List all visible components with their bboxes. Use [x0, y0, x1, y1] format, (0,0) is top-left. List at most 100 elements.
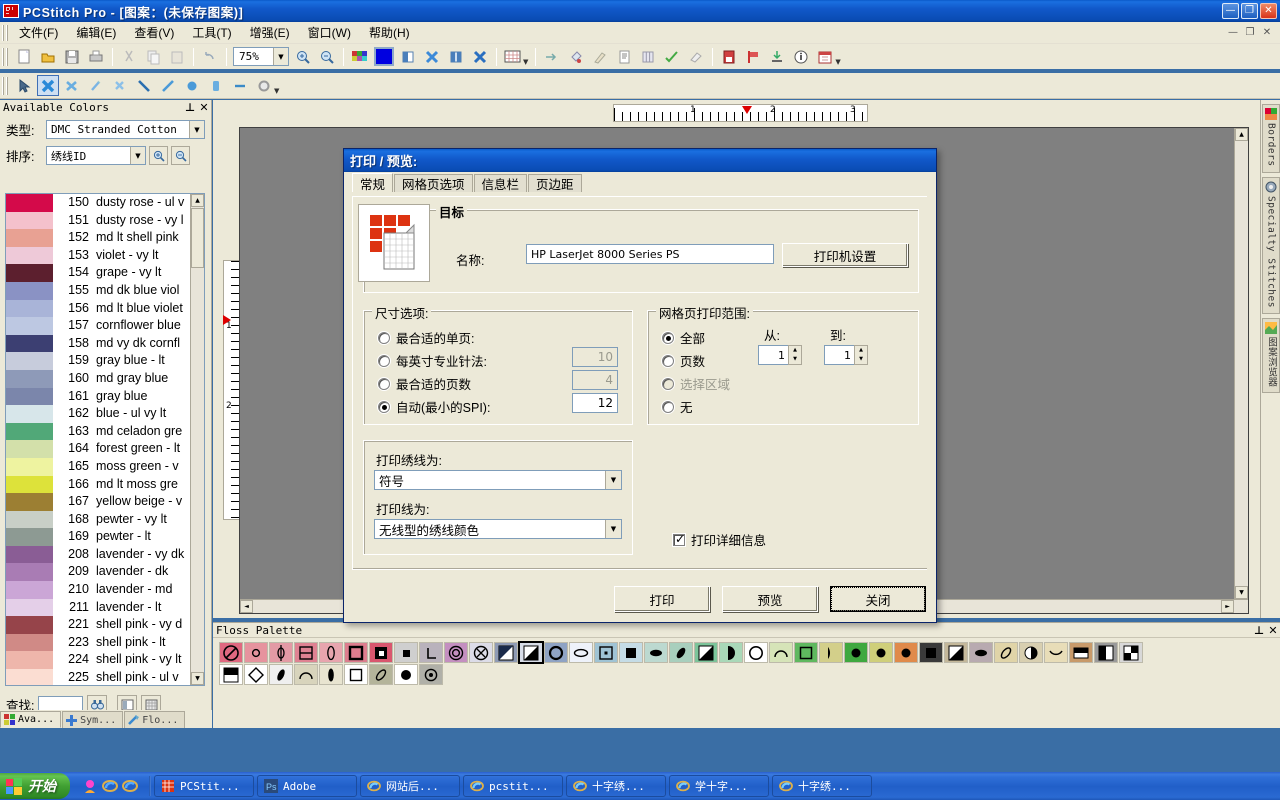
- floss-palette-cell[interactable]: [869, 642, 893, 663]
- palette-icon[interactable]: [349, 46, 371, 67]
- menu-enhance[interactable]: 增强(E): [241, 21, 299, 44]
- taskbar-task[interactable]: pcstit...: [463, 775, 563, 797]
- range-from-spinner[interactable]: 1 ▲▼: [758, 345, 802, 365]
- taskbar-task[interactable]: 网站后...: [360, 775, 460, 797]
- floss-palette-cell[interactable]: [394, 642, 418, 663]
- floss-palette-cell[interactable]: [419, 642, 443, 663]
- color-swatch[interactable]: [6, 511, 53, 529]
- menu-help[interactable]: 帮助(H): [360, 21, 419, 44]
- color-list-item[interactable]: 209lavender - dk: [53, 563, 204, 581]
- color-list-item[interactable]: 167yellow beige - v: [53, 493, 204, 511]
- floss-palette-cell[interactable]: [244, 642, 268, 663]
- printer-name-field[interactable]: HP LaserJet 8000 Series PS: [526, 244, 774, 264]
- menu-view[interactable]: 查看(V): [125, 21, 183, 44]
- color-list-item[interactable]: 211lavender - lt: [53, 599, 204, 617]
- floss-palette-cell[interactable]: [1044, 642, 1068, 663]
- floss-palette-cell[interactable]: [844, 642, 868, 663]
- color-list-item[interactable]: 168pewter - vy lt: [53, 511, 204, 529]
- printer-settings-button[interactable]: 打印机设置: [782, 243, 908, 267]
- ie-icon-2[interactable]: [122, 778, 138, 794]
- menubar-grip[interactable]: [2, 25, 10, 41]
- color-swatch[interactable]: [6, 194, 53, 212]
- scroll-up-icon[interactable]: ▲: [1235, 128, 1248, 141]
- close-button[interactable]: ✕: [1260, 3, 1277, 19]
- color-swatch[interactable]: [6, 493, 53, 511]
- flag-icon[interactable]: [742, 46, 764, 67]
- color-swatch[interactable]: [6, 599, 53, 617]
- color-swatch[interactable]: [6, 546, 53, 564]
- color-list-item[interactable]: 161gray blue: [53, 388, 204, 406]
- close-icon[interactable]: ✕: [1266, 624, 1280, 637]
- new-icon[interactable]: [13, 46, 35, 67]
- calendar-dropdown-icon[interactable]: ▼: [835, 58, 840, 69]
- taskbar-task[interactable]: 十字绣...: [772, 775, 872, 797]
- color-swatch[interactable]: [6, 476, 53, 494]
- scroll-down-icon[interactable]: ▼: [191, 672, 204, 685]
- type-combo[interactable]: DMC Stranded Cotton ▼: [46, 120, 205, 139]
- floss-palette-cell[interactable]: [369, 664, 393, 685]
- color-swatch[interactable]: [6, 300, 53, 318]
- scroll-left-icon[interactable]: ◄: [240, 600, 253, 613]
- color-swatch[interactable]: [6, 247, 53, 265]
- color-swatch[interactable]: [6, 370, 53, 388]
- color-swatch[interactable]: [6, 212, 53, 230]
- menu-window[interactable]: 窗口(W): [299, 21, 360, 44]
- radio-range-none[interactable]: 无: [662, 397, 693, 416]
- sort-combo[interactable]: 绣线ID ▼: [46, 146, 146, 165]
- color-swatch[interactable]: [6, 352, 53, 370]
- info-icon[interactable]: [790, 46, 812, 67]
- floss-palette-cell[interactable]: [219, 664, 243, 685]
- color-list-item[interactable]: 165moss green - v: [53, 458, 204, 476]
- page-icon[interactable]: [718, 46, 740, 67]
- color-list-item[interactable]: 159gray blue - lt: [53, 352, 204, 370]
- color-swatch[interactable]: [6, 669, 53, 686]
- maximize-button[interactable]: ❐: [1241, 3, 1258, 19]
- color-swatch[interactable]: [6, 264, 53, 282]
- floss-palette-cell[interactable]: [1119, 642, 1143, 663]
- radio-range-all[interactable]: 全部: [662, 328, 705, 347]
- toolbar-grip[interactable]: [2, 48, 9, 66]
- color-list-item[interactable]: 208lavender - vy dk: [53, 546, 204, 564]
- floss-palette-cell[interactable]: [744, 642, 768, 663]
- tab-specialty-stitches[interactable]: Specialty Stitches: [1262, 177, 1280, 314]
- print-floss-as-combo[interactable]: 符号 ▼: [374, 470, 622, 490]
- scatter-stitch-icon[interactable]: [109, 75, 131, 96]
- color-swatch-icon[interactable]: [373, 46, 395, 67]
- floss-palette-cell[interactable]: [994, 642, 1018, 663]
- mdi-close-button[interactable]: ✕: [1260, 26, 1274, 40]
- color-list-item[interactable]: 160md gray blue: [53, 370, 204, 388]
- color-swatch[interactable]: [6, 405, 53, 423]
- color-list-scrollbar[interactable]: ▲ ▼: [190, 194, 204, 685]
- floss-palette-cell[interactable]: [669, 642, 693, 663]
- pin-icon[interactable]: ⊥: [1252, 624, 1266, 637]
- print-lines-as-combo[interactable]: 无线型的绣线颜色 ▼: [374, 519, 622, 539]
- radio-best-fit-pages[interactable]: 最合适的页数: [378, 374, 471, 393]
- taskbar-task[interactable]: PsAdobe: [257, 775, 357, 797]
- color-list-item[interactable]: 223shell pink - lt: [53, 634, 204, 652]
- color-swatch[interactable]: [6, 528, 53, 546]
- tab-pattern-browser[interactable]: 图案浏览器: [1262, 318, 1280, 393]
- floss-palette-cell[interactable]: [294, 664, 318, 685]
- tab-grid-page-options[interactable]: 网格页选项: [394, 174, 473, 192]
- floss-palette-cell[interactable]: [944, 642, 968, 663]
- color-swatch[interactable]: [6, 634, 53, 652]
- quarter-stitch-icon[interactable]: [61, 75, 83, 96]
- floss-palette-cell[interactable]: [969, 642, 993, 663]
- color-list-item[interactable]: 210lavender - md: [53, 581, 204, 599]
- menu-tools[interactable]: 工具(T): [183, 21, 240, 44]
- color-swatch[interactable]: [6, 440, 53, 458]
- floss-palette-cell[interactable]: [769, 642, 793, 663]
- save-icon[interactable]: [61, 46, 83, 67]
- floss-palette-cell[interactable]: [919, 642, 943, 663]
- zoom-in-icon[interactable]: [149, 146, 168, 165]
- petite-stitch-icon[interactable]: [85, 75, 107, 96]
- ring-icon[interactable]: [253, 75, 275, 96]
- color-list-item[interactable]: 158md vy dk cornfl: [53, 335, 204, 353]
- tab-symbols[interactable]: Sym...: [62, 711, 123, 728]
- color-list-item[interactable]: 152md lt shell pink: [53, 229, 204, 247]
- zoom-level-combo[interactable]: 75% ▼: [233, 47, 289, 66]
- floss-palette-cell[interactable]: [319, 664, 343, 685]
- color-list-item[interactable]: 154grape - vy lt: [53, 264, 204, 282]
- floss-palette-cell[interactable]: [269, 664, 293, 685]
- floss-palette-cell[interactable]: [794, 642, 818, 663]
